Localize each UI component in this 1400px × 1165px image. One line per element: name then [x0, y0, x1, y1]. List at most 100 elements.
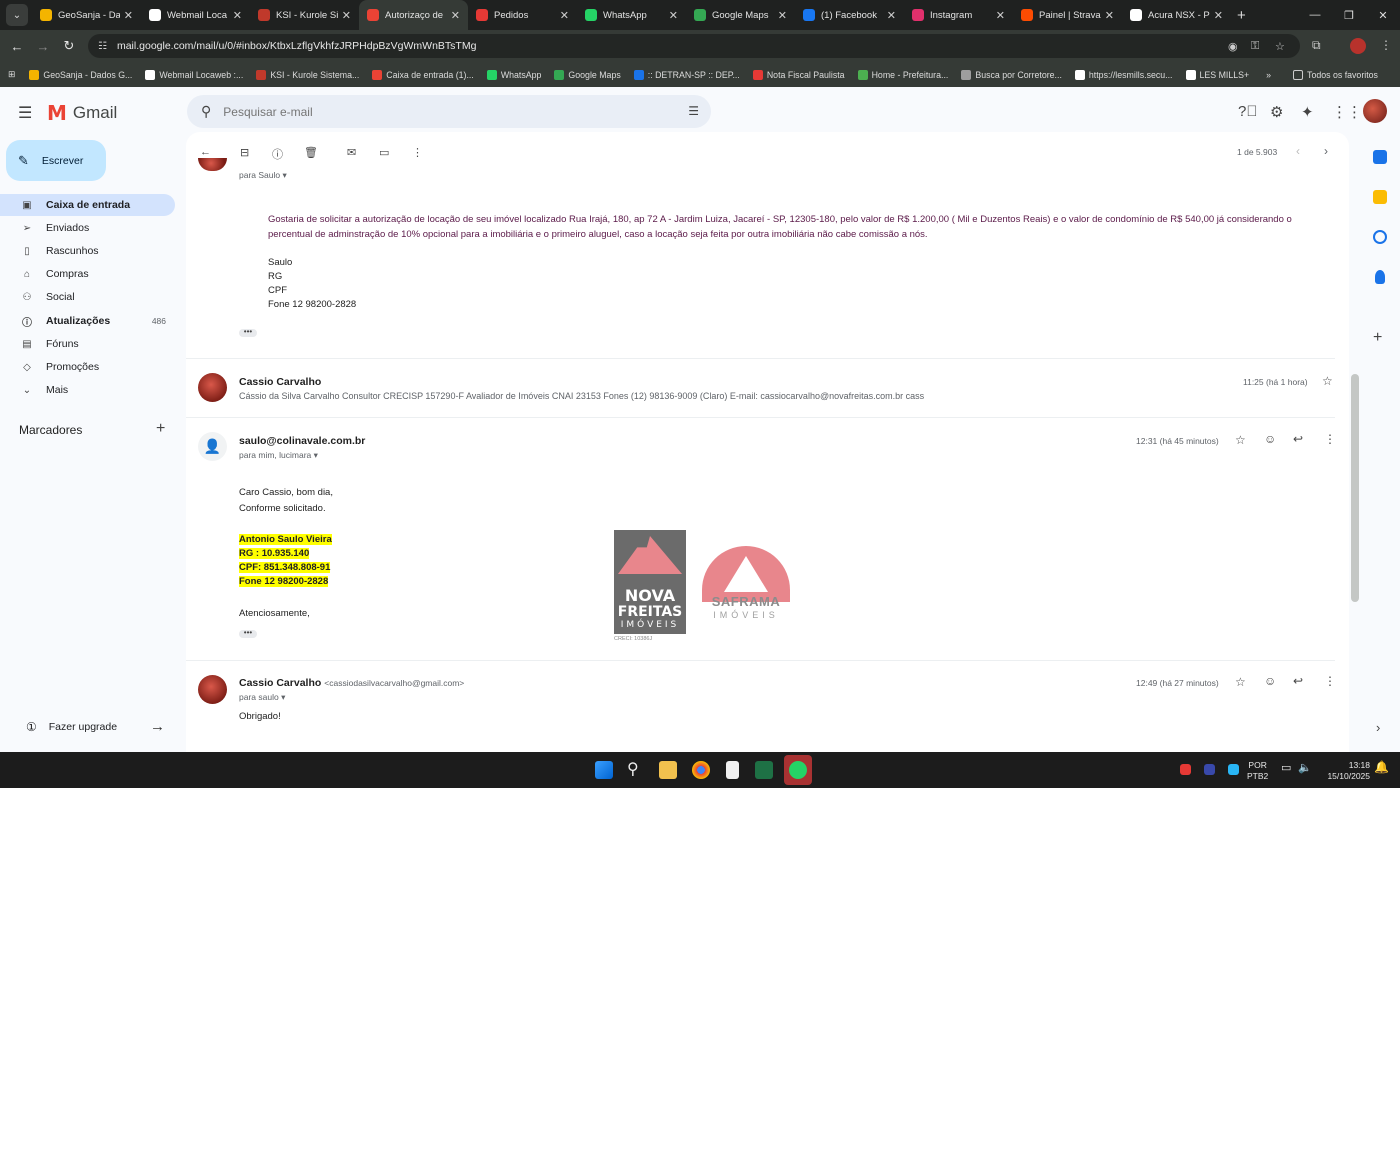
- bookmark-item[interactable]: Nota Fiscal Paulista: [752, 69, 845, 80]
- bookmark-item[interactable]: Caixa de entrada (1)...: [372, 69, 474, 80]
- search-icon[interactable]: ⚲: [627, 759, 645, 778]
- search-input[interactable]: [223, 104, 644, 119]
- sender-name[interactable]: saulo@colinavale.com.br: [239, 435, 365, 447]
- star-icon[interactable]: ☆: [1235, 675, 1246, 689]
- sidebar-item-tag[interactable]: ◇ Promoções: [0, 356, 175, 378]
- emoji-react-icon[interactable]: ☺: [1264, 432, 1276, 446]
- close-tab-icon[interactable]: ✕: [778, 9, 787, 22]
- browser-tab[interactable]: (1) Facebook ✕: [795, 0, 904, 30]
- chrome-menu-icon[interactable]: ⋮: [1380, 38, 1392, 52]
- sender-name[interactable]: Cassio Carvalho: [239, 376, 321, 388]
- scrollbar-thumb[interactable]: [1351, 374, 1359, 602]
- sidebar-item-send[interactable]: ➢ Enviados: [0, 217, 175, 239]
- chrome-icon[interactable]: [692, 761, 710, 779]
- star-icon[interactable]: ☆: [1322, 374, 1333, 388]
- back-to-inbox-icon[interactable]: ←: [200, 146, 211, 158]
- browser-tab[interactable]: Google Maps ✕: [686, 0, 795, 30]
- bookmark-item[interactable]: Google Maps: [554, 69, 621, 80]
- file-explorer-icon[interactable]: [659, 761, 677, 779]
- profile-avatar[interactable]: [1350, 38, 1366, 54]
- delete-icon[interactable]: 🗑: [304, 146, 318, 159]
- keep-icon[interactable]: [1373, 190, 1387, 204]
- arrow-right-icon[interactable]: →: [150, 718, 165, 735]
- sidebar-item-forum[interactable]: ▤ Fóruns: [0, 333, 175, 355]
- close-tab-icon[interactable]: ✕: [1214, 9, 1223, 22]
- account-avatar[interactable]: [1363, 99, 1387, 123]
- add-label-icon[interactable]: +: [156, 420, 165, 438]
- apps-grid-icon[interactable]: ⊞: [8, 69, 15, 80]
- more-options-icon[interactable]: ⋮: [1324, 674, 1336, 688]
- search-options-icon[interactable]: ☰: [688, 104, 699, 118]
- move-to-icon[interactable]: ▭: [379, 146, 389, 159]
- gmail-logo[interactable]: M Gmail: [47, 101, 117, 125]
- contacts-icon[interactable]: [1375, 270, 1385, 284]
- browser-tab[interactable]: Instagram ✕: [904, 0, 1013, 30]
- network-icon[interactable]: ▭: [1281, 763, 1291, 774]
- more-options-icon[interactable]: ⋮: [412, 146, 423, 159]
- mark-unread-icon[interactable]: ✉: [347, 146, 356, 159]
- tab-search-dropdown[interactable]: ⌄: [6, 4, 28, 26]
- browser-tab[interactable]: Webmail Loca ✕: [141, 0, 250, 30]
- tray-app-icon[interactable]: [1180, 764, 1191, 775]
- main-menu-icon[interactable]: ☰: [18, 103, 32, 123]
- all-bookmarks[interactable]: Todos os favoritos: [1293, 69, 1378, 80]
- gemini-sparkle-icon[interactable]: ✦: [1301, 103, 1314, 121]
- bookmark-item[interactable]: Home - Prefeitura...: [857, 69, 948, 80]
- add-addon-icon[interactable]: +: [1373, 329, 1382, 347]
- close-tab-icon[interactable]: ✕: [1105, 9, 1114, 22]
- upgrade-link[interactable]: ① Fazer upgrade: [26, 720, 117, 734]
- sidebar-item-info[interactable]: ⓘ Atualizações 486: [0, 310, 175, 332]
- reply-icon[interactable]: ↩: [1293, 432, 1303, 446]
- older-icon[interactable]: ›: [1324, 144, 1328, 158]
- report-spam-icon[interactable]: ⓘ: [272, 146, 283, 162]
- compose-button[interactable]: ✎ Escrever: [6, 140, 106, 181]
- browser-tab[interactable]: Painel | Strava ✕: [1013, 0, 1122, 30]
- close-tab-icon[interactable]: ✕: [669, 9, 678, 22]
- settings-gear-icon[interactable]: ⚙: [1270, 103, 1283, 121]
- sidebar-item-inbox[interactable]: ▣ Caixa de entrada: [0, 194, 175, 216]
- reply-icon[interactable]: ↩: [1293, 674, 1303, 688]
- bookmark-item[interactable]: KSI - Kurole Sistema...: [256, 69, 359, 80]
- extensions-icon[interactable]: ⧉: [1312, 38, 1321, 53]
- recipients-label[interactable]: para saulo ▾: [239, 692, 285, 703]
- back-button[interactable]: ←: [4, 39, 30, 54]
- archive-icon[interactable]: ⊟: [240, 146, 249, 159]
- more-options-icon[interactable]: ⋮: [1324, 432, 1336, 446]
- expand-panel-icon[interactable]: ›: [1376, 720, 1380, 735]
- sidebar-item-chevron-down[interactable]: ⌄ Mais: [0, 379, 175, 401]
- bookmark-item[interactable]: Webmail Locaweb :...: [145, 69, 243, 80]
- sidebar-item-people[interactable]: ⚇ Social: [0, 286, 175, 308]
- close-window-button[interactable]: ✕: [1366, 0, 1400, 30]
- browser-tab[interactable]: WhatsApp ✕: [577, 0, 686, 30]
- browser-tab[interactable]: Acura NSX - Pe ✕: [1122, 0, 1231, 30]
- bookmark-item[interactable]: WhatsApp: [486, 69, 541, 80]
- close-tab-icon[interactable]: ✕: [233, 9, 242, 22]
- clock[interactable]: 13:18 15/10/2025: [1322, 760, 1370, 782]
- excel-icon[interactable]: [755, 761, 773, 779]
- eye-icon[interactable]: ◉: [1228, 34, 1238, 58]
- notepad-icon[interactable]: [726, 761, 739, 779]
- input-language[interactable]: POR PTB2: [1247, 760, 1268, 782]
- forward-button[interactable]: →: [30, 39, 56, 54]
- browser-tab[interactable]: GeoSanja - Da ✕: [32, 0, 141, 30]
- close-tab-icon[interactable]: ✕: [560, 9, 569, 22]
- bookmark-star-icon[interactable]: ☆: [1275, 34, 1285, 58]
- calendar-icon[interactable]: [1373, 150, 1387, 164]
- emoji-react-icon[interactable]: ☺: [1264, 674, 1276, 688]
- star-icon[interactable]: ☆: [1235, 433, 1246, 447]
- browser-tab[interactable]: Pedidos ✕: [468, 0, 577, 30]
- close-tab-icon[interactable]: ✕: [124, 9, 133, 22]
- sender-name[interactable]: Cassio Carvalho <cassiodasilvacarvalho@gm…: [239, 677, 464, 689]
- bookmarks-more[interactable]: »: [1266, 70, 1271, 80]
- close-tab-icon[interactable]: ✕: [887, 9, 896, 22]
- password-key-icon[interactable]: ⚿: [1251, 34, 1259, 58]
- tray-app-icon[interactable]: [1228, 764, 1239, 775]
- bookmark-item[interactable]: https://lesmills.secu...: [1074, 69, 1173, 80]
- bookmark-item[interactable]: :: DETRAN-SP :: DEP...: [633, 69, 740, 80]
- close-tab-icon[interactable]: ✕: [451, 9, 460, 22]
- sidebar-item-shopping[interactable]: ⌂ Compras: [0, 263, 175, 285]
- notification-bell-icon[interactable]: 🔔: [1374, 761, 1389, 773]
- volume-icon[interactable]: 🔈: [1298, 763, 1312, 774]
- new-tab-button[interactable]: +: [1237, 7, 1246, 24]
- sidebar-item-draft[interactable]: ▯ Rascunhos: [0, 240, 175, 262]
